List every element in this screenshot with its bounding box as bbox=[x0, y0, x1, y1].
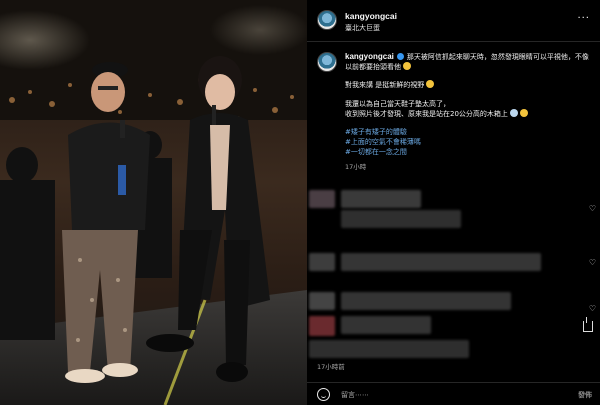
caption-avatar[interactable] bbox=[317, 52, 337, 72]
caption-line-3a: 我還以為自己當天鞋子墊太高了， bbox=[345, 99, 450, 108]
caption-username[interactable]: kangyongcai bbox=[345, 52, 394, 61]
post-comment-button[interactable]: 發佈 bbox=[578, 390, 592, 400]
comment-input[interactable] bbox=[341, 389, 541, 401]
caption-line-2: 對我來講 是挺新鮮的視野 bbox=[345, 81, 425, 90]
caption-timestamp: 17小時 bbox=[345, 162, 367, 171]
heart-icon[interactable]: ♡ bbox=[589, 304, 596, 313]
hashtag-link[interactable]: #上面的空氣不會稀薄嗎 bbox=[345, 137, 590, 147]
comment-composer: 發佈 bbox=[307, 382, 600, 405]
caption-line-3b: 收到照片後才發現、原來我是站在20公分高的木箱上 bbox=[345, 109, 508, 118]
post-timestamp: 17小時前 bbox=[317, 363, 345, 371]
post-photo[interactable] bbox=[0, 0, 307, 405]
emoji-picker-icon[interactable] bbox=[317, 388, 330, 401]
emoji-icon bbox=[509, 108, 518, 117]
concert-photo-image bbox=[0, 0, 307, 405]
hashtag-link[interactable]: #一切都在一念之間 bbox=[345, 147, 590, 157]
share-icon[interactable] bbox=[583, 317, 593, 332]
emoji-icon bbox=[519, 108, 528, 117]
more-options-icon[interactable]: ··· bbox=[577, 13, 590, 24]
emoji-icon bbox=[403, 62, 411, 71]
heart-icon[interactable]: ♡ bbox=[589, 204, 596, 213]
verified-badge-icon bbox=[396, 53, 404, 60]
author-avatar[interactable] bbox=[317, 10, 337, 30]
emoji-icon bbox=[426, 80, 435, 89]
author-username[interactable]: kangyongcai bbox=[345, 11, 397, 21]
post-header: kangyongcai 臺北大巨蛋 ··· bbox=[307, 0, 600, 42]
caption-text: kangyongcai 那天被阿信抓起來聊天時，忽然發現眼睛可以平視他，不像以前都… bbox=[345, 52, 590, 172]
hashtag-link[interactable]: #矮子有矮子的體驗 bbox=[345, 127, 590, 137]
post-location[interactable]: 臺北大巨蛋 bbox=[345, 23, 380, 33]
post-panel: kangyongcai 臺北大巨蛋 ··· kangyongcai 那天被阿信抓起… bbox=[307, 0, 600, 405]
heart-icon[interactable]: ♡ bbox=[589, 258, 596, 267]
